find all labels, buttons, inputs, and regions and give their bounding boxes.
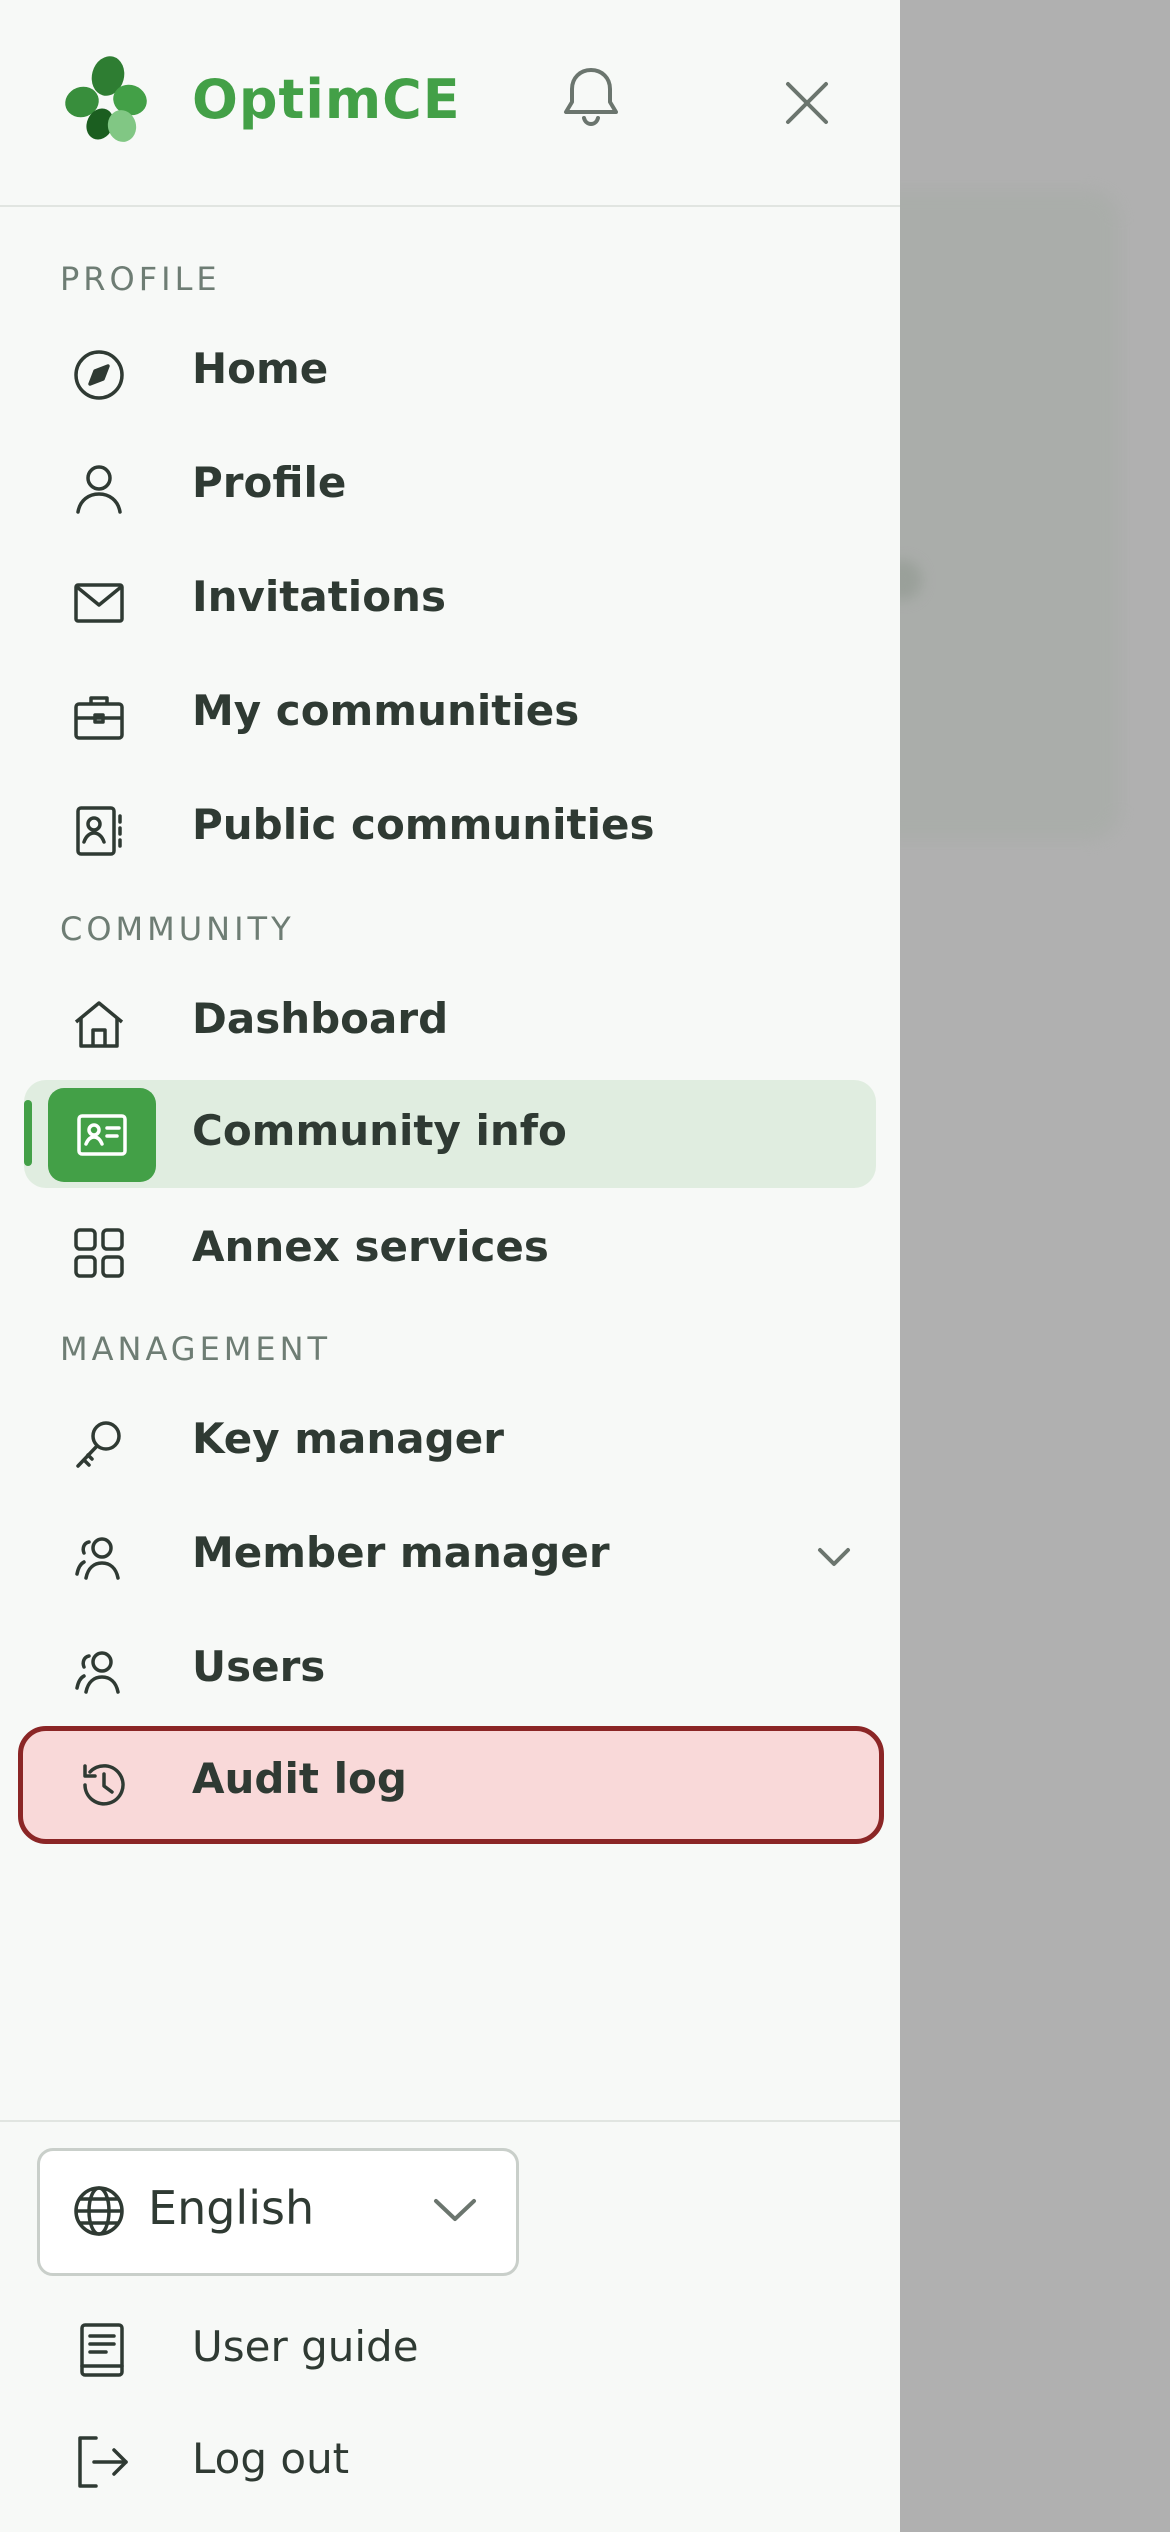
nav-item-my-communities[interactable]: My communities xyxy=(24,660,876,768)
nav-label: Community info xyxy=(192,1106,567,1155)
nav-label: My communities xyxy=(192,686,580,735)
language-value: English xyxy=(148,2181,315,2235)
nav-label: Audit log xyxy=(192,1754,407,1803)
history-icon xyxy=(77,1758,131,1812)
contact-book-icon xyxy=(72,804,126,858)
nav-label: Key manager xyxy=(192,1414,504,1463)
nav-item-key-manager[interactable]: Key manager xyxy=(24,1388,876,1496)
nav-item-annex-services[interactable]: Annex services xyxy=(24,1196,876,1304)
chevron-down-icon[interactable] xyxy=(814,1542,854,1572)
nav-label: Public communities xyxy=(192,800,655,849)
nav-item-invitations[interactable]: Invitations xyxy=(24,546,876,654)
users-icon xyxy=(72,1532,126,1586)
nav-item-member-manager[interactable]: Member manager xyxy=(24,1502,876,1610)
nav-label: Users xyxy=(192,1642,326,1691)
nav-label: Invitations xyxy=(192,572,446,621)
key-icon xyxy=(72,1418,126,1472)
language-select[interactable]: English xyxy=(37,2148,519,2276)
user-icon xyxy=(72,462,126,516)
nav-item-dashboard[interactable]: Dashboard xyxy=(24,968,876,1076)
users-icon xyxy=(72,1646,126,1700)
bell-icon[interactable] xyxy=(560,64,622,130)
user-guide-label: User guide xyxy=(192,2322,419,2371)
section-profile: PROFILE xyxy=(60,260,221,298)
briefcase-icon xyxy=(72,690,126,744)
globe-icon xyxy=(74,2186,124,2236)
house-icon xyxy=(72,998,126,1052)
brand-name: OptimCE xyxy=(192,68,461,131)
nav-label: Home xyxy=(192,344,329,393)
close-icon[interactable] xyxy=(782,78,832,128)
section-community: COMMUNITY xyxy=(60,910,295,948)
user-guide-link[interactable]: User guide xyxy=(0,2298,900,2398)
nav-item-public-communities[interactable]: Public communities xyxy=(24,774,876,882)
id-card-icon xyxy=(48,1088,156,1182)
nav-item-home[interactable]: Home xyxy=(24,318,876,426)
nav-label: Annex services xyxy=(192,1222,549,1271)
chevron-down-icon xyxy=(434,2199,476,2221)
section-management: MANAGEMENT xyxy=(60,1330,332,1368)
book-icon xyxy=(80,2323,124,2377)
nav-item-community-info[interactable]: Community info xyxy=(24,1080,876,1188)
nav-item-profile[interactable]: Profile xyxy=(24,432,876,540)
footer-divider xyxy=(0,2120,900,2122)
nav-item-audit-log[interactable]: Audit log xyxy=(18,1726,884,1844)
clover-logo-icon xyxy=(65,56,147,142)
active-indicator xyxy=(24,1100,32,1166)
nav-item-users[interactable]: Users xyxy=(24,1616,876,1724)
navigation-drawer: OptimCE PROFILE Home Profile Invitations xyxy=(0,0,900,2532)
log-out-link[interactable]: Log out xyxy=(0,2410,900,2510)
nav-label: Dashboard xyxy=(192,994,449,1043)
nav-label: Member manager xyxy=(192,1528,610,1577)
compass-icon xyxy=(72,348,126,402)
log-out-label: Log out xyxy=(192,2434,350,2483)
drawer-header: OptimCE xyxy=(0,0,900,207)
nav-label: Profile xyxy=(192,458,347,507)
envelope-icon xyxy=(72,576,126,630)
log-out-icon xyxy=(78,2436,128,2488)
grid-icon xyxy=(72,1226,126,1280)
